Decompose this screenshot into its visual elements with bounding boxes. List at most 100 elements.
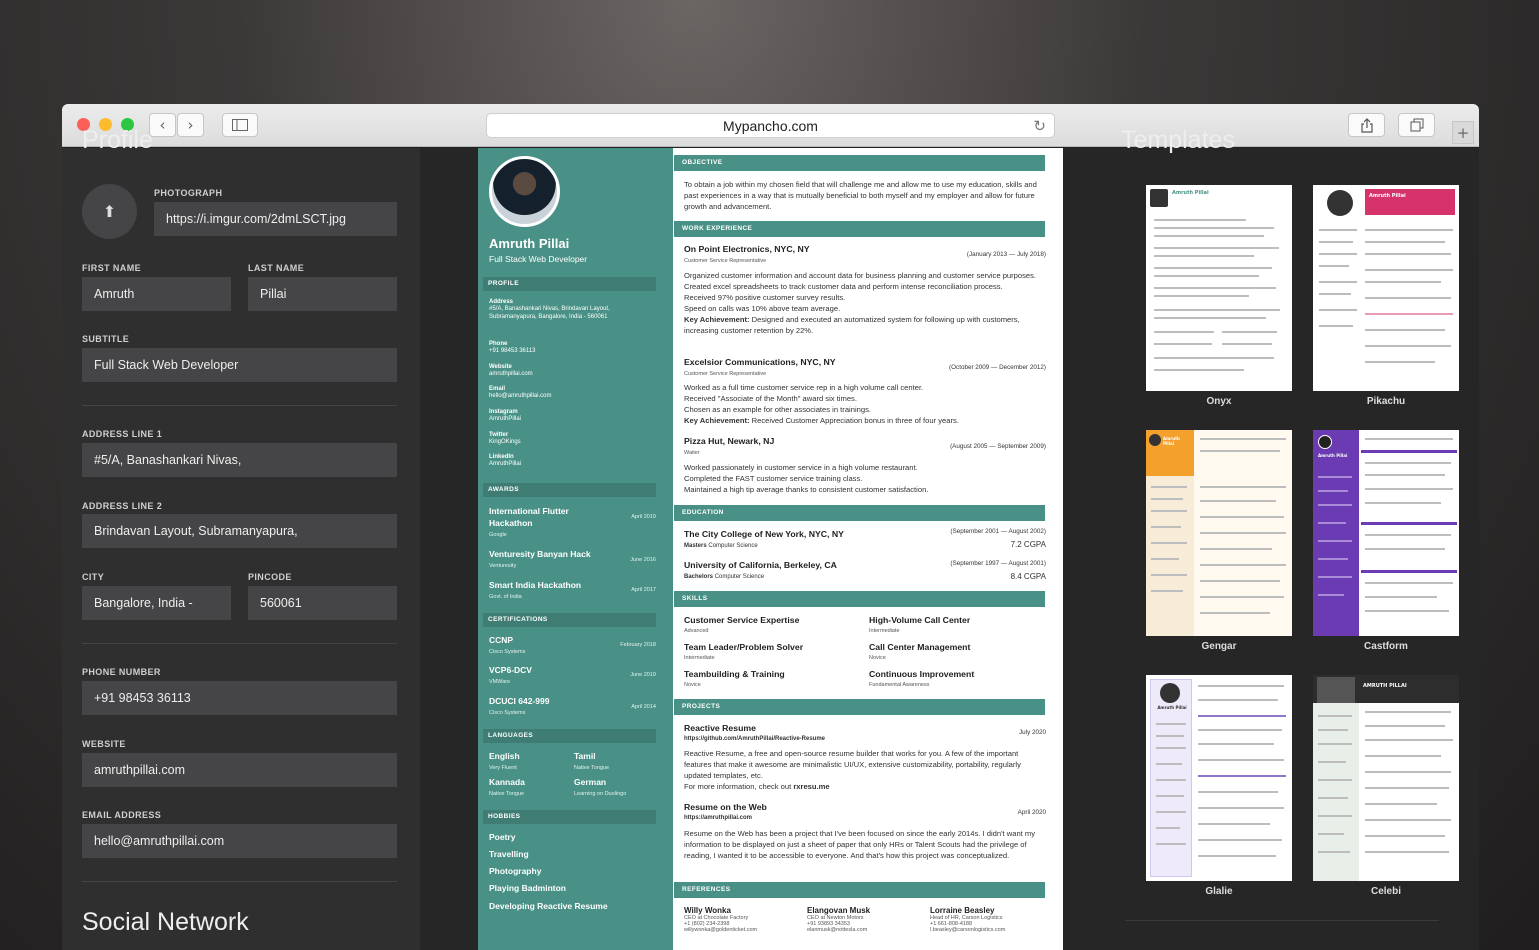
education-date: (September 1997 — August 2001) bbox=[950, 560, 1046, 567]
photo-url-input[interactable]: https://i.imgur.com/2dmLSCT.jpg bbox=[154, 202, 397, 236]
sidebar-icon bbox=[232, 119, 248, 131]
template-name[interactable]: Gengar bbox=[1146, 641, 1292, 652]
project-date: April 2020 bbox=[1017, 809, 1046, 816]
project-title: Resume on the Web bbox=[684, 802, 767, 812]
award-date: April 2017 bbox=[631, 587, 656, 593]
language-level: Native Tongue bbox=[574, 765, 610, 771]
preview-background bbox=[420, 148, 478, 950]
mini-photo bbox=[1149, 434, 1161, 446]
template-castform[interactable]: Amruth Pillai bbox=[1313, 430, 1459, 636]
hobby-item: Playing Badminton bbox=[489, 883, 566, 893]
social-network-title: Social Network bbox=[82, 908, 249, 936]
first-name-label: FIRST NAME bbox=[82, 263, 141, 273]
sidebar-toggle-button[interactable] bbox=[222, 113, 258, 137]
award-title: Smart India Hackathon bbox=[489, 580, 582, 590]
awards-heading: AWARDS bbox=[483, 483, 656, 497]
browser-toolbar: ‹ › Mypancho.com ↻ + bbox=[62, 104, 1479, 147]
work-description: Worked as a full time customer service r… bbox=[684, 383, 959, 425]
website-input[interactable]: amruthpillai.com bbox=[82, 753, 397, 787]
project-description: Resume on the Web has been a project tha… bbox=[684, 829, 1036, 860]
skill-name: High-Volume Call Center bbox=[869, 615, 971, 625]
education-grade: 7.2 CGPA bbox=[1010, 540, 1046, 549]
templates-panel: Templates Amruth Pillai Onyx Amruth Pill… bbox=[1063, 126, 1479, 950]
references-heading: REFERENCES bbox=[674, 882, 1045, 898]
chevron-left-icon: ‹ bbox=[159, 116, 166, 134]
mini-photo bbox=[1318, 435, 1332, 449]
new-tab-button[interactable]: + bbox=[1452, 121, 1474, 144]
first-name-input[interactable]: Amruth bbox=[82, 277, 231, 311]
template-name[interactable]: Glalie bbox=[1146, 886, 1292, 897]
templates-title: Templates bbox=[1121, 126, 1235, 154]
work-title: On Point Electronics, NYC, NY bbox=[684, 244, 810, 254]
forward-button[interactable]: › bbox=[177, 113, 204, 137]
skill-level: Advanced bbox=[684, 628, 709, 634]
cert-date: June 2019 bbox=[630, 672, 656, 678]
language-level: Very Fluent bbox=[489, 765, 517, 771]
profile-item: Instagram AmruthPillai bbox=[489, 409, 522, 423]
hobby-item: Photography bbox=[489, 866, 542, 876]
share-button[interactable] bbox=[1348, 113, 1385, 137]
template-celebi[interactable]: AMRUTH PILLAI bbox=[1313, 675, 1459, 881]
hobby-item: Travelling bbox=[489, 849, 529, 859]
template-gengar[interactable]: Amruth Pillai bbox=[1146, 430, 1292, 636]
work-title: Excelsior Communications, NYC, NY bbox=[684, 357, 836, 367]
phone-label: PHONE NUMBER bbox=[82, 667, 161, 677]
browser-window: ‹ › Mypancho.com ↻ + Profile ⬆ PHOTOGRAP… bbox=[62, 104, 1479, 950]
back-button[interactable]: ‹ bbox=[149, 113, 176, 137]
city-input[interactable]: Bangalore, India - bbox=[82, 586, 231, 620]
last-name-input[interactable]: Pillai bbox=[248, 277, 397, 311]
upload-icon: ⬆ bbox=[102, 203, 117, 221]
education-school: The City College of New York, NYC, NY bbox=[684, 529, 844, 539]
template-name[interactable]: Onyx bbox=[1146, 396, 1292, 407]
project-link[interactable]: https://github.com/AmruthPillai/Reactive… bbox=[684, 736, 825, 742]
chevron-right-icon: › bbox=[187, 116, 194, 134]
award-sub: Google bbox=[489, 532, 507, 538]
template-name[interactable]: Celebi bbox=[1313, 886, 1459, 897]
tabs-overview-button[interactable] bbox=[1398, 113, 1435, 137]
work-role: Customer Service Representative bbox=[684, 371, 767, 377]
address2-label: ADDRESS LINE 2 bbox=[82, 501, 163, 511]
divider bbox=[82, 643, 397, 644]
profile-item: Email hello@amruthpillai.com bbox=[489, 386, 552, 400]
template-name[interactable]: Pikachu bbox=[1313, 396, 1459, 407]
language-level: Native Tongue bbox=[489, 791, 525, 797]
address-bar[interactable]: Mypancho.com ↻ bbox=[486, 113, 1055, 138]
template-onyx[interactable]: Amruth Pillai bbox=[1146, 185, 1292, 391]
award-date: April 2019 bbox=[631, 514, 656, 520]
award-sub: Govt. of India bbox=[489, 594, 522, 600]
email-label: EMAIL ADDRESS bbox=[82, 810, 162, 820]
project-link[interactable]: https://amruthpillai.com bbox=[684, 815, 752, 821]
language-level: Learning on Duolingo bbox=[574, 791, 627, 797]
pincode-input[interactable]: 560061 bbox=[248, 586, 397, 620]
template-glalie[interactable]: Amruth Pillai bbox=[1146, 675, 1292, 881]
mini-name: Amruth Pillai bbox=[1172, 190, 1209, 196]
email-input[interactable]: hello@amruthpillai.com bbox=[82, 824, 397, 858]
education-degree: Masters Computer Science bbox=[684, 543, 758, 549]
award-sub: Venturesity bbox=[489, 563, 517, 569]
resume-main: OBJECTIVE To obtain a job within my chos… bbox=[673, 148, 1063, 950]
address2-input[interactable]: Brindavan Layout, Subramanyapura, bbox=[82, 514, 397, 548]
education-grade: 8.4 CGPA bbox=[1010, 572, 1046, 581]
hobbies-heading: HOBBIES bbox=[483, 810, 656, 824]
template-pikachu[interactable]: Amruth Pillai bbox=[1313, 185, 1459, 391]
photo-label: PHOTOGRAPH bbox=[154, 188, 223, 198]
template-name[interactable]: Castform bbox=[1313, 641, 1459, 652]
subtitle-input[interactable]: Full Stack Web Developer bbox=[82, 348, 397, 382]
work-date: (August 2005 — September 2009) bbox=[950, 443, 1046, 450]
mini-photo bbox=[1150, 189, 1168, 207]
last-name-label: LAST NAME bbox=[248, 263, 305, 273]
certifications-heading: CERTIFICATIONS bbox=[483, 613, 656, 627]
skill-name: Customer Service Expertise bbox=[684, 615, 800, 625]
project-title: Reactive Resume bbox=[684, 723, 756, 733]
skill-level: Novice bbox=[869, 655, 886, 661]
phone-input[interactable]: +91 98453 36113 bbox=[82, 681, 397, 715]
skill-name: Continuous Improvement bbox=[869, 669, 975, 679]
photo-upload-button[interactable]: ⬆ bbox=[82, 184, 137, 239]
url-text: Mypancho.com bbox=[723, 117, 818, 134]
address1-input[interactable]: #5/A, Banashankari Nivas, bbox=[82, 443, 397, 477]
reload-icon[interactable]: ↻ bbox=[1033, 117, 1046, 135]
resume-name: Amruth Pillai bbox=[489, 236, 570, 251]
work-role: Waiter bbox=[684, 450, 700, 456]
projects-heading: PROJECTS bbox=[674, 699, 1045, 715]
skill-level: Intermediate bbox=[684, 655, 715, 661]
